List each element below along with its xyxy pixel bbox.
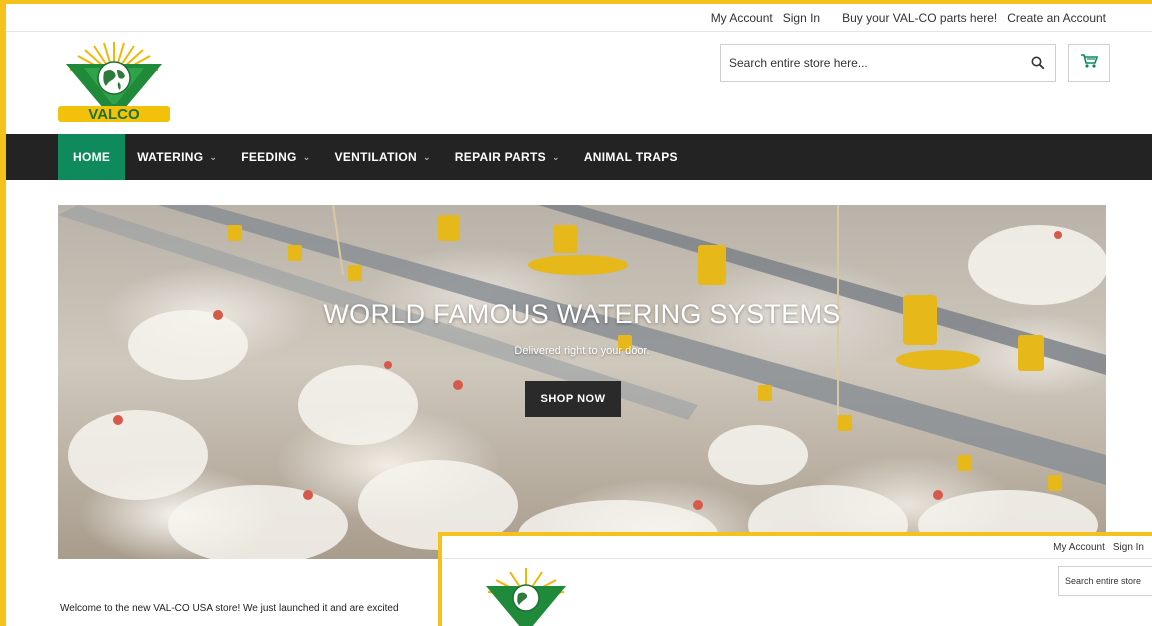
nav-label-repair-parts: REPAIR PARTS bbox=[454, 150, 546, 164]
main-navigation: HOME WATERING ⌄ FEEDING ⌄ VENTILATION ⌄ REP… bbox=[6, 134, 1152, 180]
nav-label-animal-traps: ANIMAL TRAPS bbox=[583, 150, 678, 164]
nav-item-ventilation[interactable]: VENTILATION ⌄ bbox=[323, 134, 443, 180]
secondary-valco-logo[interactable] bbox=[476, 566, 576, 626]
create-account-link[interactable]: Create an Account bbox=[1007, 11, 1106, 25]
my-account-link[interactable]: My Account bbox=[711, 11, 773, 25]
shop-now-button[interactable]: SHOP NOW bbox=[525, 381, 621, 417]
cart-icon bbox=[1080, 53, 1099, 74]
secondary-my-account-link[interactable]: My Account bbox=[1053, 542, 1105, 553]
nav-label-ventilation: VENTILATION bbox=[334, 150, 417, 164]
welcome-text: Welcome to the new VAL-CO USA store! We … bbox=[60, 603, 399, 614]
svg-text:VALCO: VALCO bbox=[88, 106, 140, 123]
cart-button[interactable] bbox=[1068, 44, 1110, 82]
top-links-bar: My Account Sign In Buy your VAL-CO parts… bbox=[6, 4, 1152, 32]
search-input[interactable] bbox=[721, 56, 1021, 70]
hero-title: WORLD FAMOUS WATERING SYSTEMS bbox=[323, 299, 841, 329]
browser-window-secondary[interactable]: My Account Sign In Search entire store bbox=[438, 532, 1152, 626]
secondary-top-links-bar: My Account Sign In bbox=[442, 536, 1152, 559]
chevron-down-icon: ⌄ bbox=[209, 151, 218, 162]
sign-in-link[interactable]: Sign In bbox=[783, 11, 820, 25]
nav-item-feeding[interactable]: FEEDING ⌄ bbox=[229, 134, 322, 180]
hero-subtitle: Delivered right to your door. bbox=[514, 345, 650, 357]
nav-label-home: HOME bbox=[73, 150, 111, 164]
secondary-window-content: My Account Sign In Search entire store bbox=[442, 536, 1152, 626]
chevron-down-icon: ⌄ bbox=[551, 151, 560, 162]
nav-item-repair-parts[interactable]: REPAIR PARTS ⌄ bbox=[443, 134, 572, 180]
secondary-sign-in-link[interactable]: Sign In bbox=[1113, 542, 1144, 553]
nav-item-watering[interactable]: WATERING ⌄ bbox=[125, 134, 229, 180]
nav-item-animal-traps[interactable]: ANIMAL TRAPS bbox=[572, 134, 690, 180]
nav-label-watering: WATERING bbox=[137, 150, 204, 164]
chevron-down-icon: ⌄ bbox=[302, 151, 311, 162]
site-header: VALCO bbox=[6, 32, 1152, 134]
hero-banner[interactable]: WORLD FAMOUS WATERING SYSTEMS Delivered … bbox=[58, 205, 1106, 559]
search-bar[interactable] bbox=[720, 44, 1056, 82]
parts-promo-link[interactable]: Buy your VAL-CO parts here! bbox=[842, 11, 997, 25]
nav-item-home[interactable]: HOME bbox=[58, 134, 126, 180]
secondary-search-input[interactable]: Search entire store bbox=[1058, 566, 1152, 596]
search-icon[interactable] bbox=[1021, 45, 1055, 81]
valco-logo[interactable]: VALCO bbox=[54, 40, 174, 126]
chevron-down-icon: ⌄ bbox=[422, 151, 431, 162]
nav-label-feeding: FEEDING bbox=[241, 150, 297, 164]
